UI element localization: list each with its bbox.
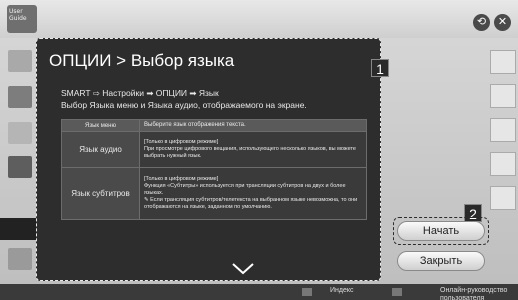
thumbnail[interactable] — [8, 86, 32, 108]
table-cell-text: Выберите язык отображения текста. — [139, 119, 367, 132]
left-thumbnail-strip — [0, 40, 36, 280]
key-icon — [302, 288, 312, 296]
table-row: Язык субтитров [Только в цифровом режиме… — [61, 167, 367, 220]
thumbnail[interactable] — [8, 122, 32, 144]
table-cell-label: Язык меню — [61, 119, 140, 132]
options-dialog: ОПЦИИ > Выбор языка SMART ⇨ Настройки ➡ … — [36, 38, 389, 281]
table-row: Язык аудио [Только в цифровом режиме] Пр… — [61, 131, 367, 168]
thumbnail[interactable] — [8, 156, 32, 178]
card[interactable] — [490, 152, 516, 176]
card[interactable] — [490, 186, 516, 210]
dialog-description: Выбор Языка меню и Языка аудио, отобража… — [61, 100, 307, 110]
close-button[interactable]: Закрыть — [397, 251, 485, 271]
card[interactable] — [490, 50, 516, 74]
thumbnail[interactable] — [8, 50, 32, 72]
table-cell-text: [Только в цифровом режиме] При просмотре… — [139, 131, 367, 168]
top-bar: User Guide ⟲ ✕ — [0, 0, 518, 38]
start-button[interactable]: Начать — [397, 221, 485, 241]
dialog-title: ОПЦИИ > Выбор языка — [49, 51, 235, 70]
settings-path: SMART ⇨ Настройки ➡ ОПЦИИ ➡ Язык — [61, 88, 219, 98]
table-cell-label: Язык субтитров — [61, 167, 140, 220]
bottom-bar: Индекс Онлайн-руководство пользователя — [0, 284, 518, 300]
card[interactable] — [490, 118, 516, 142]
index-label[interactable]: Индекс — [330, 287, 354, 294]
online-guide-label[interactable]: Онлайн-руководство пользователя — [440, 287, 518, 300]
user-guide-logo: User Guide — [7, 5, 37, 33]
language-table: Язык меню Выберите язык отображения текс… — [61, 119, 367, 220]
key-icon — [392, 288, 402, 296]
table-row: Язык меню Выберите язык отображения текс… — [61, 119, 367, 132]
table-cell-text: [Только в цифровом режиме] Функция «Субт… — [139, 167, 367, 220]
callout-badge-1: 1 — [371, 59, 389, 77]
right-card-strip — [488, 50, 518, 260]
thumbnail[interactable] — [8, 248, 32, 270]
chevron-down-icon[interactable] — [232, 263, 254, 275]
close-icon[interactable]: ✕ — [494, 14, 511, 31]
table-cell-label: Язык аудио — [61, 131, 140, 168]
selected-thumbnail[interactable] — [0, 218, 36, 240]
card[interactable] — [490, 84, 516, 108]
back-icon[interactable]: ⟲ — [473, 14, 490, 31]
